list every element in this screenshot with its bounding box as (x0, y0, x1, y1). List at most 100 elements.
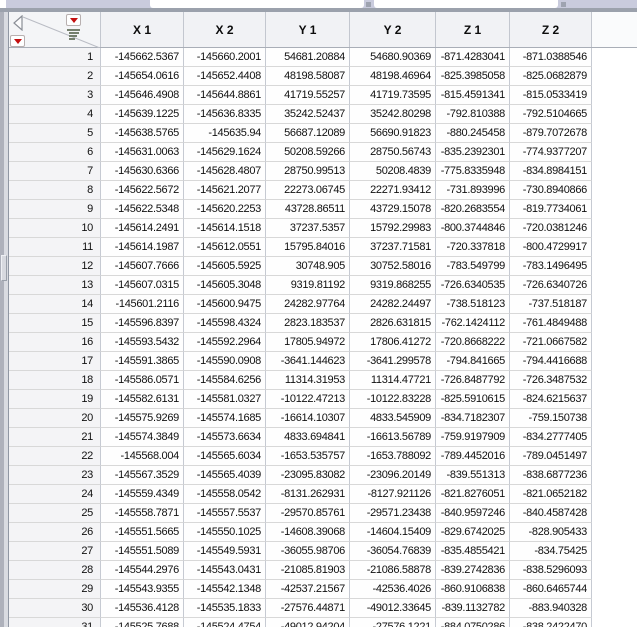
data-cell[interactable]: -879.7072678 (510, 124, 592, 143)
row-number[interactable]: 9 (9, 200, 101, 219)
data-cell[interactable]: 43728.86511 (266, 200, 350, 219)
data-cell[interactable]: -145660.2001 (184, 48, 266, 67)
data-cell[interactable]: -145568.004 (101, 447, 184, 466)
data-cell[interactable]: -792.5104665 (510, 105, 592, 124)
data-cell[interactable]: -860.6465744 (510, 580, 592, 599)
row-number[interactable]: 18 (9, 371, 101, 390)
data-cell[interactable]: -726.6340726 (510, 276, 592, 295)
row-number[interactable]: 15 (9, 314, 101, 333)
data-cell[interactable]: -840.9597246 (436, 504, 510, 523)
data-cell[interactable]: -145524.4754 (184, 618, 266, 627)
data-cell[interactable]: -145550.1025 (184, 523, 266, 542)
data-cell[interactable]: -21085.81903 (266, 561, 350, 580)
data-cell[interactable]: 9319.868255 (350, 276, 436, 295)
data-cell[interactable]: -23096.20149 (350, 466, 436, 485)
data-cell[interactable]: -145581.0327 (184, 390, 266, 409)
data-cell[interactable]: 54681.20884 (266, 48, 350, 67)
column-header-y2[interactable]: Y 2 (350, 12, 436, 47)
data-cell[interactable]: -145573.6634 (184, 428, 266, 447)
data-cell[interactable]: -794.841665 (436, 352, 510, 371)
data-cell[interactable]: -145543.9355 (101, 580, 184, 599)
data-cell[interactable]: -42536.4026 (350, 580, 436, 599)
data-cell[interactable]: -145636.8335 (184, 105, 266, 124)
row-number[interactable]: 4 (9, 105, 101, 124)
data-cell[interactable]: -774.9377207 (510, 143, 592, 162)
data-cell[interactable]: -1653.535757 (266, 447, 350, 466)
panel-splitter[interactable] (0, 12, 9, 627)
data-cell[interactable]: -792.810388 (436, 105, 510, 124)
data-cell[interactable]: -759.150738 (510, 409, 592, 428)
row-number[interactable]: 23 (9, 466, 101, 485)
data-cell[interactable]: -145622.5672 (101, 181, 184, 200)
data-cell[interactable]: -825.3985058 (436, 67, 510, 86)
data-cell[interactable]: 41719.73595 (350, 86, 436, 105)
data-cell[interactable]: -145535.1833 (184, 599, 266, 618)
data-cell[interactable]: -145596.8397 (101, 314, 184, 333)
data-cell[interactable]: -145525.7688 (101, 618, 184, 627)
row-number[interactable]: 2 (9, 67, 101, 86)
data-cell[interactable]: -8127.921126 (350, 485, 436, 504)
data-cell[interactable]: -761.4849488 (510, 314, 592, 333)
data-cell[interactable]: -145544.2976 (101, 561, 184, 580)
data-cell[interactable]: -49012.94204 (266, 618, 350, 627)
data-cell[interactable]: 24282.97764 (266, 295, 350, 314)
data-cell[interactable]: -737.518187 (510, 295, 592, 314)
data-cell[interactable]: -871.0388546 (510, 48, 592, 67)
data-cell[interactable]: 56690.91823 (350, 124, 436, 143)
data-cell[interactable]: -49012.33645 (350, 599, 436, 618)
data-cell[interactable]: -145565.4039 (184, 466, 266, 485)
data-cell[interactable]: 11314.47721 (350, 371, 436, 390)
data-cell[interactable]: -835.4855421 (436, 542, 510, 561)
data-cell[interactable]: -775.8335948 (436, 162, 510, 181)
data-cell[interactable]: 2823.183537 (266, 314, 350, 333)
rows-red-triangle-button[interactable] (10, 35, 25, 47)
row-number[interactable]: 14 (9, 295, 101, 314)
data-cell[interactable]: -883.940328 (510, 599, 592, 618)
data-cell[interactable]: -21086.58878 (350, 561, 436, 580)
data-cell[interactable]: -838.6877236 (510, 466, 592, 485)
row-number[interactable]: 5 (9, 124, 101, 143)
data-cell[interactable]: 43729.15078 (350, 200, 436, 219)
data-cell[interactable]: -145605.5925 (184, 257, 266, 276)
data-cell[interactable]: -824.6215637 (510, 390, 592, 409)
data-cell[interactable]: -145543.0431 (184, 561, 266, 580)
data-cell[interactable]: -27576.44871 (266, 599, 350, 618)
data-cell[interactable]: -731.893996 (436, 181, 510, 200)
data-cell[interactable]: -880.245458 (436, 124, 510, 143)
data-cell[interactable]: -789.0451497 (510, 447, 592, 466)
data-cell[interactable]: -3641.144623 (266, 352, 350, 371)
data-cell[interactable]: -821.0652182 (510, 485, 592, 504)
data-cell[interactable]: -145654.0616 (101, 67, 184, 86)
data-cell[interactable]: -145565.6034 (184, 447, 266, 466)
data-cell[interactable]: -145582.6131 (101, 390, 184, 409)
data-cell[interactable]: -145536.4128 (101, 599, 184, 618)
data-cell[interactable]: -145598.4324 (184, 314, 266, 333)
data-cell[interactable]: 56687.12089 (266, 124, 350, 143)
data-cell[interactable]: -145620.2253 (184, 200, 266, 219)
data-cell[interactable]: 24282.24497 (350, 295, 436, 314)
data-cell[interactable]: -23095.83082 (266, 466, 350, 485)
data-cell[interactable]: -819.7734061 (510, 200, 592, 219)
data-cell[interactable]: -145551.5089 (101, 542, 184, 561)
data-cell[interactable]: -820.2683554 (436, 200, 510, 219)
data-cell[interactable]: -145635.94 (184, 124, 266, 143)
column-header-x1[interactable]: X 1 (101, 12, 184, 47)
data-cell[interactable]: -783.549799 (436, 257, 510, 276)
data-cell[interactable]: -829.6742025 (436, 523, 510, 542)
data-cell[interactable]: -834.2777405 (510, 428, 592, 447)
data-cell[interactable]: -16613.56789 (350, 428, 436, 447)
row-number[interactable]: 12 (9, 257, 101, 276)
row-number[interactable]: 10 (9, 219, 101, 238)
data-cell[interactable]: -14604.15409 (350, 523, 436, 542)
data-cell[interactable]: -838.5296093 (510, 561, 592, 580)
data-cell[interactable]: 4833.545909 (350, 409, 436, 428)
data-cell[interactable]: -834.75425 (510, 542, 592, 561)
data-cell[interactable]: -36055.98706 (266, 542, 350, 561)
row-number[interactable]: 3 (9, 86, 101, 105)
data-cell[interactable]: -10122.83228 (350, 390, 436, 409)
data-cell[interactable]: -145590.0908 (184, 352, 266, 371)
data-cell[interactable]: 37237.71581 (350, 238, 436, 257)
data-cell[interactable]: -145614.1518 (184, 219, 266, 238)
data-cell[interactable]: -815.4591341 (436, 86, 510, 105)
data-cell[interactable]: -800.3744846 (436, 219, 510, 238)
